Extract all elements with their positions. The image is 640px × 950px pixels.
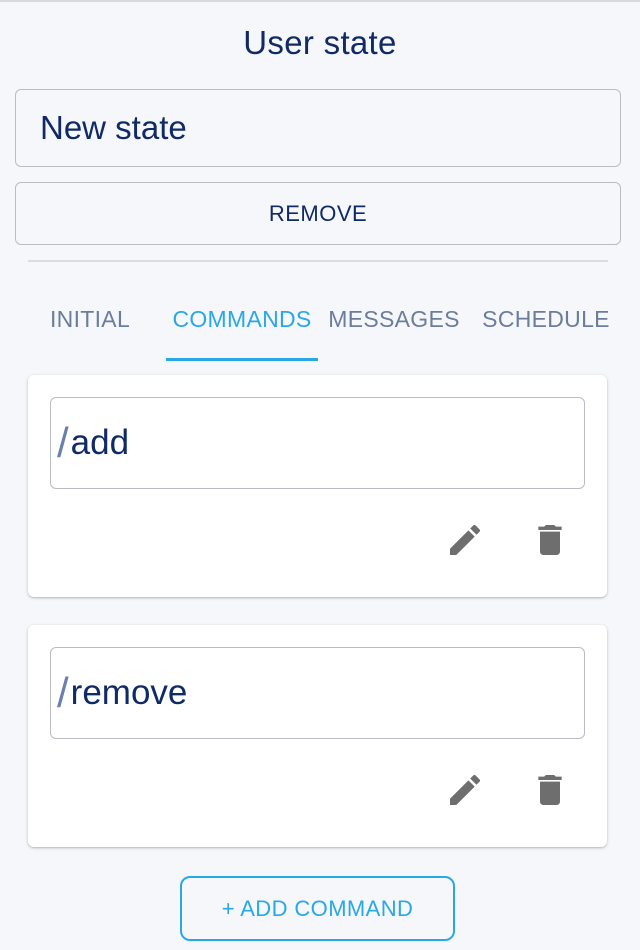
remove-state-button[interactable]: REMOVE (15, 182, 621, 245)
tab-initial[interactable]: INITIAL (30, 290, 150, 362)
command-card: / (28, 625, 607, 847)
state-name-input[interactable] (15, 89, 621, 167)
add-command-button[interactable]: + ADD COMMAND (180, 876, 455, 941)
command-prefix: / (57, 419, 69, 466)
pencil-icon[interactable] (445, 520, 485, 560)
command-field[interactable]: / (50, 647, 585, 739)
page-title: User state (243, 24, 397, 61)
tab-schedule[interactable]: SCHEDULE (476, 290, 616, 362)
command-input[interactable] (70, 673, 541, 713)
tab-bar: INITIAL COMMANDS MESSAGES SCHEDULE (0, 290, 640, 362)
trash-icon[interactable] (530, 520, 570, 560)
command-field[interactable]: / (50, 397, 585, 489)
trash-icon[interactable] (530, 770, 570, 810)
command-prefix: / (57, 669, 69, 716)
tab-commands[interactable]: COMMANDS (166, 290, 318, 362)
command-input[interactable] (70, 423, 541, 463)
top-divider (0, 0, 640, 2)
command-card: / (28, 375, 607, 597)
active-tab-indicator (166, 358, 318, 361)
section-divider (28, 260, 608, 262)
tab-messages[interactable]: MESSAGES (322, 290, 466, 362)
pencil-icon[interactable] (445, 770, 485, 810)
